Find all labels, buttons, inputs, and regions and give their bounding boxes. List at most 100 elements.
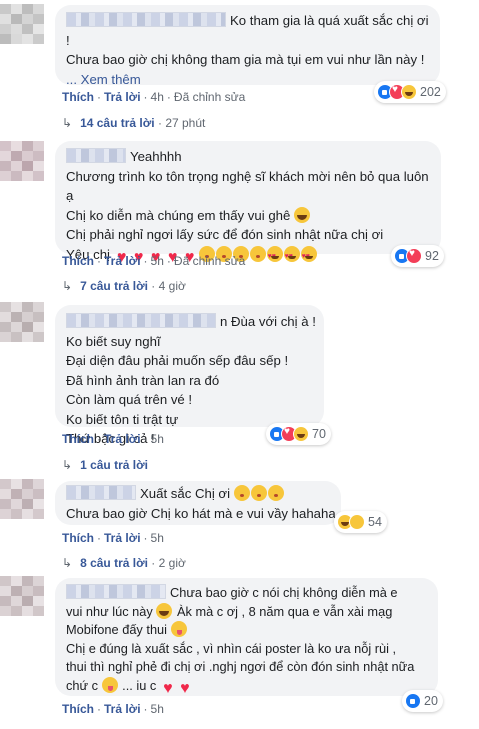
comment-line: thui thì nghỉ phẻ đi chị ơi .nghj ngơi đ… [66, 659, 415, 675]
comment-line: Chưa bao giờ chị không tham gia mà tụi e… [66, 52, 425, 67]
timestamp[interactable]: 5h [151, 254, 164, 268]
kissing-emoji [249, 245, 266, 262]
comment-actions: Thích · Trả lời · 5h [62, 702, 164, 716]
comment-line: ! [66, 32, 70, 48]
reply-arrow-icon: ↳ [62, 279, 73, 293]
author-name-blurred[interactable] [66, 148, 126, 163]
reaction-count: 92 [425, 249, 439, 263]
replies-time: 2 giờ [158, 556, 186, 570]
like-link[interactable]: Thích [62, 432, 94, 446]
view-replies[interactable]: ↳ 7 câu trả lời · 4 giờ [62, 279, 186, 293]
reaction-count: 54 [368, 515, 382, 529]
author-name-blurred[interactable] [66, 584, 166, 599]
like-reaction-icon [405, 693, 421, 709]
comment-bubble: Ko tham gia là quá xuất sắc chị ơi ! Chư… [55, 5, 440, 87]
comment-line: Chị phải nghỉ ngơi lấy sức để đón sinh n… [66, 227, 384, 242]
edited-label[interactable]: Đã chỉnh sửa [174, 254, 245, 268]
avatar[interactable] [0, 4, 44, 44]
laughing-emoji [156, 602, 173, 619]
like-link[interactable]: Thích [62, 90, 94, 104]
tongue-reaction-icon [349, 514, 365, 530]
kissing-emoji [250, 485, 267, 501]
winking-tongue-emoji [170, 621, 187, 638]
reply-link[interactable]: Trả lời [104, 432, 141, 446]
heart-eyes-emoji [266, 245, 283, 266]
comment-actions: Thích · Trả lời · 4h · Đã chỉnh sửa [62, 90, 246, 104]
comment-line: Đã hình ảnh tràn lan ra đó [66, 372, 220, 388]
reply-link[interactable]: Trả lời [104, 90, 141, 104]
comment-actions: Thích · Trả lời · 5h [62, 531, 164, 545]
comment-line: Còn làm quá trên vé ! [66, 392, 193, 407]
author-name-blurred[interactable] [66, 485, 136, 500]
haha-reaction-icon [293, 426, 309, 442]
avatar[interactable] [0, 479, 44, 519]
reaction-summary[interactable]: 202 [374, 81, 446, 103]
avatar[interactable] [0, 302, 44, 342]
comment-line: Đại diện đâu phải muốn sếp đâu sếp ! [66, 353, 289, 368]
like-link[interactable]: Thích [62, 254, 94, 268]
kissing-emoji [233, 485, 250, 501]
author-name-blurred[interactable] [66, 313, 216, 328]
comment-line: Yeahhhh [66, 147, 430, 167]
replies-time: 27 phút [165, 116, 206, 130]
comment-bubble: n Đùa với chị à ! Ko biết suy nghĩ Đại d… [55, 305, 324, 446]
comment-line: vui như lúc này Àk mà c ơj , 8 năm qua e… [66, 602, 393, 619]
reaction-count: 202 [420, 85, 441, 99]
reaction-summary[interactable]: 20 [402, 690, 443, 712]
reaction-summary[interactable]: 54 [334, 511, 387, 533]
comment-line: Chương trình ko tôn trọng nghệ sĩ khách … [66, 168, 429, 184]
reaction-count: 70 [312, 427, 326, 441]
like-link[interactable]: Thích [62, 702, 94, 716]
comment-line: Chưa bao giờ Chị ko hát mà e vui vầy hah… [66, 505, 336, 521]
reply-link[interactable]: Trả lời [104, 254, 141, 268]
reaction-count: 20 [424, 694, 438, 708]
heart-eyes-emoji [300, 245, 317, 266]
winking-tongue-emoji [101, 676, 118, 693]
comment-bubble: Chưa bao giờ c nói chị không diễn mà e v… [55, 578, 438, 696]
heart-emoji: ♥ [180, 679, 190, 697]
reply-arrow-icon: ↳ [62, 458, 73, 472]
timestamp[interactable]: 5h [151, 432, 164, 446]
replies-count-link[interactable]: 1 câu trả lời [80, 458, 148, 472]
author-name-blurred[interactable] [66, 12, 226, 27]
reaction-summary[interactable]: 92 [391, 245, 444, 267]
comment-line: ạ [66, 188, 74, 203]
laughing-emoji [294, 206, 310, 223]
replies-count-link[interactable]: 8 câu trả lời [80, 556, 148, 570]
reply-arrow-icon: ↳ [62, 556, 73, 570]
kissing-emoji [267, 485, 284, 501]
comment-line: Xuất sắc Chị ơi [66, 484, 330, 504]
comment-line: Chị e đúng là xuất sắc , vì nhìn cái pos… [66, 640, 397, 656]
like-link[interactable]: Thích [62, 531, 94, 545]
comment-line: Ko biết suy nghĩ [66, 333, 161, 349]
comment-line: Chị ko diễn mà chúng em thấy vui ghê [66, 206, 430, 226]
view-replies[interactable]: ↳ 8 câu trả lời · 2 giờ [62, 556, 186, 570]
view-replies[interactable]: ↳ 14 câu trả lời · 27 phút [62, 116, 205, 130]
love-reaction-icon [406, 248, 422, 264]
reply-link[interactable]: Trả lời [104, 702, 141, 716]
reply-link[interactable]: Trả lời [104, 531, 141, 545]
comment-bubble: Yeahhhh Chương trình ko tôn trọng nghệ s… [55, 141, 441, 266]
comment-line: Mobifone đấy thui [66, 621, 427, 640]
reply-arrow-icon: ↳ [62, 116, 73, 130]
replies-count-link[interactable]: 7 câu trả lời [80, 279, 148, 293]
comment-line: chứ c ... iu c ♥ ♥ [66, 676, 427, 697]
edited-label[interactable]: Đã chỉnh sửa [174, 90, 245, 104]
timestamp[interactable]: 5h [151, 531, 164, 545]
replies-count-link[interactable]: 14 câu trả lời [80, 116, 155, 130]
reaction-summary[interactable]: 70 [266, 423, 331, 445]
avatar[interactable] [0, 141, 44, 181]
timestamp[interactable]: 4h [151, 90, 164, 104]
replies-time: 4 giờ [158, 279, 186, 293]
comment-line: Chưa bao giờ c nói chị không diễn mà e [66, 584, 427, 603]
heart-eyes-emoji [283, 245, 300, 266]
comment-line: Ko tham gia là quá xuất sắc chị ơi [66, 11, 429, 31]
haha-reaction-icon [401, 84, 417, 100]
timestamp[interactable]: 5h [151, 702, 164, 716]
avatar[interactable] [0, 576, 44, 616]
comment-line: n Đùa với chị à ! [66, 312, 316, 332]
heart-emoji: ♥ [163, 679, 173, 697]
comment-actions: Thích · Trả lời · 5h [62, 432, 164, 446]
comment-actions: Thích · Trả lời · 5h · Đã chỉnh sửa [62, 254, 246, 268]
view-replies[interactable]: ↳ 1 câu trả lời [62, 458, 148, 472]
